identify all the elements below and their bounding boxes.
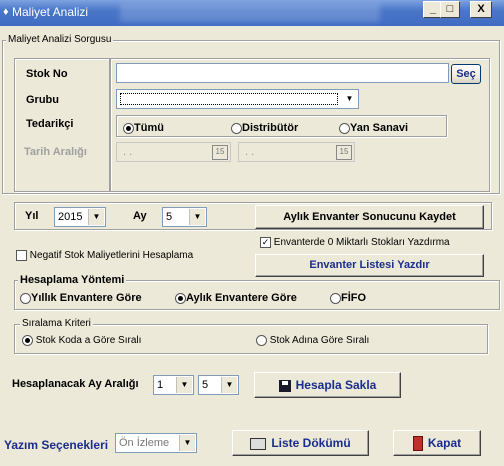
query-group-title: Maliyet Analizi Sorgusu xyxy=(6,34,114,45)
kapat-label: Kapat xyxy=(427,436,462,450)
radio-tumu-circle[interactable] xyxy=(123,122,134,134)
hesapla-sakla-button[interactable]: Hesapla Sakla xyxy=(254,372,401,398)
sort-group-title: Sıralama Kriteri xyxy=(20,318,93,329)
radio-fifo[interactable]: FİFO xyxy=(330,292,366,304)
negatif-checkbox-box[interactable] xyxy=(16,250,27,261)
ay-label: Ay xyxy=(133,210,147,222)
date-end-field[interactable]: . . 15 xyxy=(238,142,355,162)
radio-aylik-label: Aylık Envantere Göre xyxy=(186,292,297,304)
chevron-down-icon[interactable]: ▼ xyxy=(189,209,205,225)
radio-yan-sanavi-circle[interactable] xyxy=(339,122,350,134)
close-window-button[interactable]: X xyxy=(470,1,492,18)
range-from-value: 1 xyxy=(157,379,164,391)
yil-value: 2015 xyxy=(58,211,83,223)
chevron-down-icon[interactable]: ▼ xyxy=(176,377,192,393)
radio-fifo-label: FİFO xyxy=(341,292,367,304)
ay-value: 5 xyxy=(166,211,173,223)
tedarikci-label: Tedarikçi xyxy=(26,118,74,130)
yazim-select[interactable]: Ön İzleme ▼ xyxy=(115,433,197,453)
radio-aylik-circle[interactable] xyxy=(175,292,186,304)
range-from-select[interactable]: 1 ▼ xyxy=(153,375,194,395)
liste-dokumu-button[interactable]: Liste Dökümü xyxy=(232,430,369,456)
door-exit-icon xyxy=(412,436,423,452)
radio-stok-kod-circle[interactable] xyxy=(22,335,33,346)
radio-yillik-label: Yıllık Envantere Göre xyxy=(31,292,142,304)
date-start-value: . . xyxy=(123,146,133,158)
radio-distributor-circle[interactable] xyxy=(231,122,242,134)
calendar-icon[interactable]: 15 xyxy=(336,145,352,160)
radio-stok-ad-label: Stok Adına Göre Sıralı xyxy=(269,335,370,347)
range-to-value: 5 xyxy=(202,379,209,391)
radio-yan-sanavi[interactable]: Yan Sanavi xyxy=(339,122,408,134)
radio-stok-ad[interactable]: Stok Adına Göre Sıralı xyxy=(256,335,369,346)
radio-yillik-circle[interactable] xyxy=(20,292,31,304)
window-title: Maliyet Analizi xyxy=(12,5,89,19)
print-inventory-button[interactable]: Envanter Listesi Yazdır xyxy=(255,254,484,277)
yil-label: Yıl xyxy=(25,210,39,222)
tarih-label: Tarih Aralığı xyxy=(24,146,87,158)
kapat-button[interactable]: Kapat xyxy=(393,430,481,456)
radio-stok-kod-label: Stok Koda a Göre Sıralı xyxy=(35,335,142,347)
radio-stok-kod[interactable]: Stok Koda a Göre Sıralı xyxy=(22,335,141,346)
radio-distributor-label: Distribütör xyxy=(242,122,299,134)
maximize-button[interactable]: □ xyxy=(440,1,460,18)
grubu-select[interactable]: ▼ xyxy=(116,89,359,109)
stok-no-label: Stok No xyxy=(26,68,68,80)
grubu-label: Grubu xyxy=(26,94,59,106)
yazim-label: Yazım Seçenekleri xyxy=(4,438,109,452)
stok-no-input[interactable] xyxy=(116,63,449,83)
yazim-value: Ön İzleme xyxy=(119,437,170,449)
radio-yillik[interactable]: Yıllık Envantere Göre xyxy=(20,292,142,304)
save-inventory-button[interactable]: Aylık Envanter Sonucunu Kaydet xyxy=(255,205,484,229)
zero-stock-checkbox-label: Envanterde 0 Miktarlı Stokları Yazdırma xyxy=(273,237,450,249)
save-icon xyxy=(278,379,291,392)
zero-stock-checkbox[interactable]: ✓ Envanterde 0 Miktarlı Stokları Yazdırm… xyxy=(260,237,450,248)
radio-tumu-label: Tümü xyxy=(134,122,164,134)
check-icon[interactable]: ✓ xyxy=(260,237,271,248)
chevron-down-icon[interactable]: ▼ xyxy=(221,377,237,393)
radio-yan-sanavi-label: Yan Sanavi xyxy=(350,122,409,134)
range-label: Hesaplanacak Ay Aralığı xyxy=(12,378,139,390)
date-start-field[interactable]: . . 15 xyxy=(116,142,231,162)
radio-fifo-circle[interactable] xyxy=(330,292,341,304)
liste-dokumu-label: Liste Dökümü xyxy=(271,436,351,450)
radio-aylik[interactable]: Aylık Envantere Göre xyxy=(175,292,297,304)
negatif-checkbox-label: Negatif Stok Maliyetlerini Hesaplama xyxy=(29,250,194,262)
sec-button[interactable]: Seç xyxy=(451,64,481,84)
chevron-down-icon[interactable]: ▼ xyxy=(88,209,104,225)
negatif-checkbox[interactable]: Negatif Stok Maliyetlerini Hesaplama xyxy=(16,250,193,261)
yil-select[interactable]: 2015 ▼ xyxy=(54,207,106,227)
printer-icon xyxy=(250,437,267,450)
chevron-down-icon[interactable]: ▼ xyxy=(179,435,195,451)
hesapla-sakla-label: Hesapla Sakla xyxy=(295,378,377,392)
radio-stok-ad-circle[interactable] xyxy=(256,335,267,346)
radio-tumu[interactable]: Tümü xyxy=(123,122,164,134)
date-end-value: . . xyxy=(245,146,255,158)
method-group-title: Hesaplama Yöntemi xyxy=(18,274,127,286)
calendar-icon[interactable]: 15 xyxy=(212,145,228,160)
range-to-select[interactable]: 5 ▼ xyxy=(198,375,239,395)
chevron-down-icon[interactable]: ▼ xyxy=(342,91,357,107)
grubu-value xyxy=(120,93,338,105)
ay-select[interactable]: 5 ▼ xyxy=(162,207,207,227)
radio-distributor[interactable]: Distribütör xyxy=(231,122,298,134)
